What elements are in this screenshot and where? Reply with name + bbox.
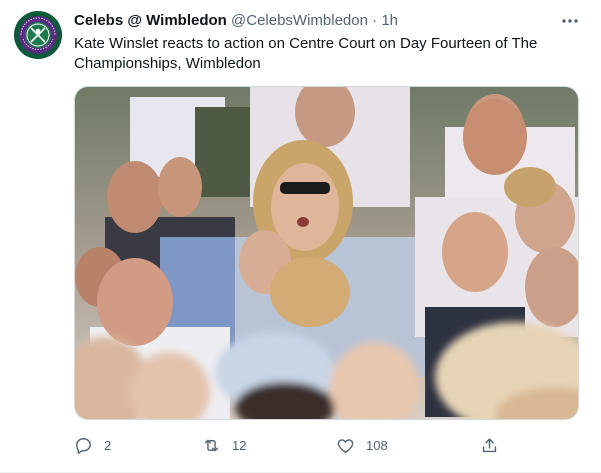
more-options-button[interactable] [557, 8, 583, 34]
author-handle[interactable]: @CelebsWimbledon [231, 12, 368, 29]
retweet-button[interactable]: 12 [202, 433, 246, 457]
reply-icon [76, 437, 91, 454]
share-icon [482, 437, 497, 452]
retweet-icon [204, 439, 219, 451]
like-icon [337, 438, 354, 453]
tweet-time[interactable]: 1h [381, 12, 398, 29]
like-count: 108 [366, 437, 388, 453]
separator-dot: · [372, 12, 378, 29]
tweet-actions: 2 12 108 [74, 433, 544, 457]
avatar[interactable] [14, 11, 62, 59]
reply-button[interactable]: 2 [74, 433, 111, 457]
tweet[interactable]: Celebs @ Wimbledon @CelebsWimbledon · 1h… [0, 0, 601, 473]
wimbledon-logo-icon [14, 11, 62, 59]
tweet-header: Celebs @ Wimbledon @CelebsWimbledon · 1h [74, 11, 398, 31]
tweet-photo[interactable] [74, 86, 579, 420]
reply-count: 2 [104, 437, 112, 453]
like-button[interactable]: 108 [336, 433, 388, 457]
more-icon [562, 19, 578, 23]
retweet-count: 12 [232, 437, 247, 453]
tweet-text: Kate Winslet reacts to action on Centre … [74, 35, 538, 72]
share-button[interactable] [480, 433, 499, 457]
crowd-photo-icon [75, 87, 578, 419]
author-name[interactable]: Celebs @ Wimbledon [74, 12, 227, 29]
